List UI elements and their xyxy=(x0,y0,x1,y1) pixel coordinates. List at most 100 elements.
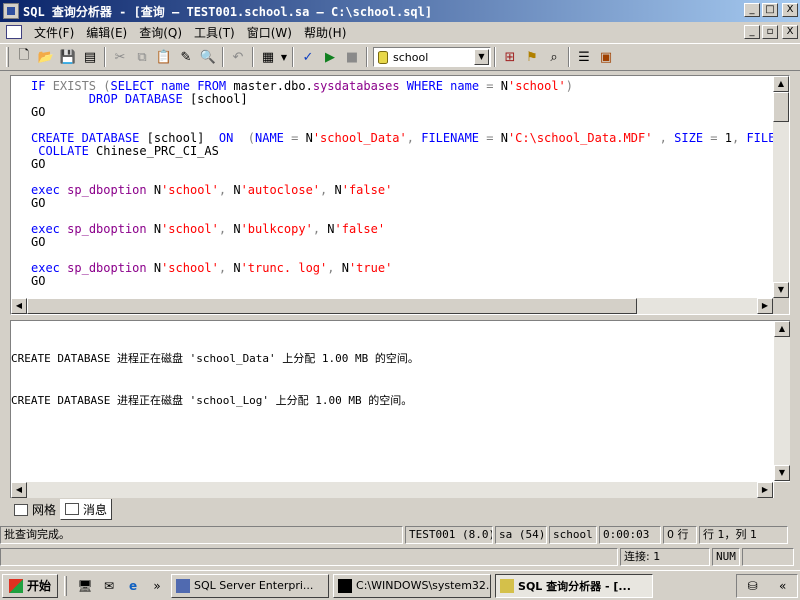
scroll-right-button[interactable]: ▶ xyxy=(757,298,773,314)
messages-horizontal-scrollbar[interactable]: ◀ ▶ xyxy=(11,482,773,498)
code-token: NAME xyxy=(255,131,284,145)
taskbar: 开始 🖥 ✉ e » SQL Server Enterpri... C:\WIN… xyxy=(0,570,800,600)
save-icon[interactable]: 💾 xyxy=(57,46,79,68)
minimize-button[interactable]: _ xyxy=(744,3,760,17)
undo-icon[interactable]: ↶ xyxy=(227,46,249,68)
toolbar: 🗋 📂 💾 ▤ ✂ ⧉ 📋 ✎ 🔍 ↶ ▦ ▼ ✓ ▶ ■ school ▼ ⊞… xyxy=(0,43,800,71)
sql-server-service-icon[interactable]: ⛁ xyxy=(748,579,758,593)
taskbar-grip[interactable] xyxy=(64,575,68,596)
display-plan-icon[interactable]: ⊞ xyxy=(499,46,521,68)
menu-file[interactable]: 文件(F) xyxy=(28,24,80,41)
code-token: GO xyxy=(31,235,46,249)
execute-query-icon[interactable]: ▶ xyxy=(319,46,341,68)
scroll-thumb[interactable] xyxy=(27,298,637,314)
window-controls: _ □ X xyxy=(744,3,798,17)
scroll-left-button[interactable]: ◀ xyxy=(11,298,27,314)
toolbar-separator xyxy=(568,47,570,67)
app-icon[interactable] xyxy=(3,3,19,19)
code-token: 'autoclose' xyxy=(240,183,321,197)
open-folder-icon[interactable]: 📂 xyxy=(35,46,57,68)
code-token: sysdatabases xyxy=(312,80,400,93)
internet-explorer-icon[interactable]: e xyxy=(123,576,143,596)
status-elapsed: 0:00:03 xyxy=(599,525,661,544)
tab-grid[interactable]: 网格 xyxy=(10,499,60,520)
status-empty xyxy=(742,547,794,566)
code-line: COLLATE Chinese_PRC_CI_AS xyxy=(31,145,773,158)
code-token: , xyxy=(406,131,414,145)
start-button[interactable]: 开始 xyxy=(2,573,59,598)
sql-editor[interactable]: IF EXISTS (SELECT name FROM master.dbo.s… xyxy=(10,75,790,315)
code-token: GO xyxy=(31,196,46,210)
scroll-right-button[interactable]: ▶ xyxy=(757,482,773,498)
task-query-analyzer[interactable]: SQL 查询分析器 - [... xyxy=(495,573,654,598)
insert-template-icon[interactable]: ▤ xyxy=(79,46,101,68)
outlook-icon[interactable]: ✉ xyxy=(99,576,119,596)
messages-pane[interactable]: CREATE DATABASE 进程正在磁盘 'school_Data' 上分配… xyxy=(10,320,790,498)
code-token: = xyxy=(710,131,718,145)
object-search-icon[interactable]: ⌕ xyxy=(543,46,565,68)
cancel-query-icon[interactable]: ■ xyxy=(341,46,363,68)
code-token: exec xyxy=(31,222,60,236)
scroll-down-button[interactable]: ▼ xyxy=(773,282,789,298)
scroll-thumb[interactable] xyxy=(773,92,789,122)
query-analyzer-icon xyxy=(500,578,515,593)
command-prompt-icon xyxy=(338,578,353,593)
title-bar: SQL 查询分析器 - [查询 — TEST001.school.sa — C:… xyxy=(0,0,800,22)
find-icon[interactable]: 🔍 xyxy=(197,46,219,68)
task-enterprise-manager[interactable]: SQL Server Enterpri... xyxy=(171,573,330,598)
code-token: 1 xyxy=(717,131,732,145)
chevron-down-icon[interactable]: ▼ xyxy=(474,49,489,65)
maximize-button[interactable]: □ xyxy=(762,3,778,17)
copy-icon[interactable]: ⧉ xyxy=(131,46,153,68)
editor-vertical-scrollbar[interactable]: ▲ ▼ xyxy=(773,76,789,298)
code-token: N xyxy=(493,80,508,93)
doc-restore-button[interactable]: ▫ xyxy=(762,25,778,39)
close-button[interactable]: X xyxy=(782,3,798,17)
scroll-up-button[interactable]: ▲ xyxy=(774,321,790,337)
cut-icon[interactable]: ✂ xyxy=(109,46,131,68)
toolbar-separator xyxy=(104,47,106,67)
doc-minimize-button[interactable]: _ xyxy=(744,25,760,39)
parse-query-icon[interactable]: ✓ xyxy=(297,46,319,68)
scroll-up-button[interactable]: ▲ xyxy=(773,76,789,92)
messages-vertical-scrollbar[interactable]: ▲ ▼ xyxy=(774,321,790,481)
status-rows: 0 行 xyxy=(663,525,697,544)
menu-window[interactable]: 窗口(W) xyxy=(241,24,298,41)
code-token: N xyxy=(226,183,241,197)
sql-editor-text[interactable]: IF EXISTS (SELECT name FROM master.dbo.s… xyxy=(31,80,773,298)
toolbar-grip[interactable] xyxy=(6,47,9,67)
scroll-left-button[interactable]: ◀ xyxy=(11,482,27,498)
menu-tools[interactable]: 工具(T) xyxy=(188,24,241,41)
code-line: GO xyxy=(31,275,773,288)
show-results-pane-icon[interactable]: ▣ xyxy=(595,46,617,68)
document-icon[interactable] xyxy=(6,25,22,39)
tab-messages[interactable]: 消息 xyxy=(60,499,113,520)
windows-logo-icon xyxy=(9,578,23,593)
menu-help[interactable]: 帮助(H) xyxy=(298,24,352,41)
scroll-down-button[interactable]: ▼ xyxy=(774,465,790,481)
new-query-icon[interactable]: 🗋 xyxy=(13,46,35,68)
show-desktop-icon[interactable]: 🖥 xyxy=(75,576,95,596)
database-selector[interactable]: school ▼ xyxy=(373,47,491,67)
toolbar-separator xyxy=(494,47,496,67)
results-mode-dropdown-icon[interactable]: ▼ xyxy=(279,46,289,68)
paste-icon[interactable]: 📋 xyxy=(153,46,175,68)
code-token: 'false' xyxy=(334,222,386,236)
clear-window-icon[interactable]: ✎ xyxy=(175,46,197,68)
message-line: CREATE DATABASE 进程正在磁盘 'school_Data' 上分配… xyxy=(11,352,419,365)
tray-expand-icon[interactable]: « xyxy=(779,579,786,593)
task-label: C:\WINDOWS\system32... xyxy=(356,579,492,592)
code-token: CREATE DATABASE xyxy=(31,131,140,145)
menu-query[interactable]: 查询(Q) xyxy=(133,24,188,41)
doc-close-button[interactable]: X xyxy=(782,25,798,39)
message-line: CREATE DATABASE 进程正在磁盘 'school_Log' 上分配 … xyxy=(11,394,413,407)
task-command-prompt[interactable]: C:\WINDOWS\system32... xyxy=(333,573,492,598)
code-token: 'true' xyxy=(348,261,393,275)
code-line: exec sp_dboption N'school', N'bulkcopy',… xyxy=(31,223,773,236)
menu-edit[interactable]: 编辑(E) xyxy=(80,24,133,41)
results-mode-icon[interactable]: ▦ xyxy=(257,46,279,68)
editor-horizontal-scrollbar[interactable]: ◀ ▶ xyxy=(11,298,773,314)
current-connection-properties-icon[interactable]: ☰ xyxy=(573,46,595,68)
quick-launch-more-icon[interactable]: » xyxy=(147,576,167,596)
object-browser-icon[interactable]: ⚑ xyxy=(521,46,543,68)
